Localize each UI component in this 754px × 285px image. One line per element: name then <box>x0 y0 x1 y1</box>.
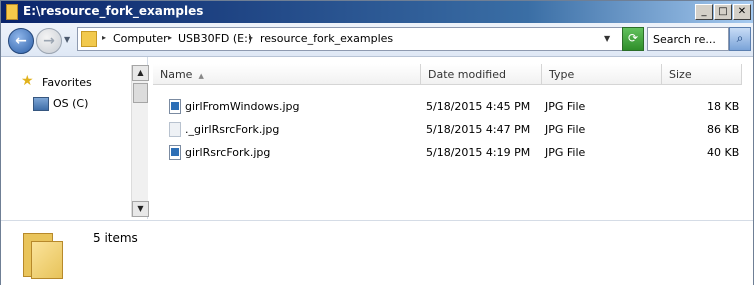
scroll-up-icon[interactable]: ▲ <box>132 65 149 81</box>
scroll-thumb[interactable] <box>133 83 148 103</box>
navigation-scrollbar[interactable]: ▲ ▼ <box>131 65 149 217</box>
breadcrumb-computer[interactable]: Computer <box>113 32 168 45</box>
close-button[interactable]: ✕ <box>733 4 751 20</box>
breadcrumb-drive[interactable]: USB30FD (E:) <box>178 32 252 45</box>
folder-icon <box>6 4 18 20</box>
search-icon[interactable]: ⌕ <box>729 27 751 51</box>
sort-ascending-icon: ▲ <box>198 72 204 80</box>
window-title: E:\resource_fork_examples <box>23 4 204 18</box>
column-header-name[interactable]: Name ▲ <box>153 64 421 85</box>
maximize-button[interactable]: □ <box>714 4 732 20</box>
file-name[interactable]: girlFromWindows.jpg <box>185 100 300 113</box>
file-list: Name ▲ Date modified Type Size girlFromWi… <box>149 57 753 219</box>
column-header-label: Date modified <box>428 68 506 81</box>
address-bar: ← → ▼ ▸ Computer ▸ USB30FD (E:) ▸ resour… <box>1 23 753 57</box>
file-date: 5/18/2015 4:19 PM <box>426 146 531 159</box>
title-bar[interactable]: E:\resource_fork_examples _ □ ✕ <box>1 1 753 23</box>
file-date: 5/18/2015 4:47 PM <box>426 123 531 136</box>
explorer-window: E:\resource_fork_examples _ □ ✕ ← → ▼ ▸ … <box>0 0 754 285</box>
column-header-label: Type <box>549 68 575 81</box>
forward-button[interactable]: → <box>36 28 62 54</box>
search-input[interactable]: Search re... <box>647 27 729 51</box>
sidebar-item-label: OS (C) <box>53 97 89 110</box>
navigation-pane: ★ Favorites OS (C) ▲ ▼ <box>1 57 149 219</box>
search-placeholder: Search re... <box>653 33 716 46</box>
folder-icon <box>81 31 97 47</box>
item-count: 5 items <box>93 231 138 245</box>
details-pane: 5 items <box>1 220 753 285</box>
sidebar-item-label: Favorites <box>42 76 92 89</box>
folder-icon <box>23 229 63 279</box>
column-header-type[interactable]: Type <box>542 64 662 85</box>
minimize-button[interactable]: _ <box>695 4 713 20</box>
breadcrumb-separator-icon[interactable]: ▸ <box>249 33 253 42</box>
column-header-size[interactable]: Size <box>662 64 742 85</box>
file-name[interactable]: girlRsrcFork.jpg <box>185 146 270 159</box>
back-button[interactable]: ← <box>8 28 34 54</box>
file-type: JPG File <box>545 146 586 159</box>
table-row[interactable]: girlRsrcFork.jpg 5/18/2015 4:19 PM JPG F… <box>149 143 753 163</box>
file-type: JPG File <box>545 100 586 113</box>
breadcrumb[interactable]: ▸ Computer ▸ USB30FD (E:) ▸ resource_for… <box>77 27 623 51</box>
breadcrumb-separator-icon[interactable]: ▸ <box>102 33 106 42</box>
column-header-label: Size <box>669 68 692 81</box>
recent-pages-dropdown[interactable]: ▼ <box>64 35 72 44</box>
address-dropdown-icon[interactable]: ▼ <box>604 34 610 43</box>
jpg-file-icon <box>169 99 181 114</box>
file-type: JPG File <box>545 123 586 136</box>
breadcrumb-separator-icon[interactable]: ▸ <box>168 33 172 42</box>
column-header-label: Name <box>160 68 193 81</box>
table-row[interactable]: ._girlRsrcFork.jpg 5/18/2015 4:47 PM JPG… <box>149 120 753 140</box>
column-header-date[interactable]: Date modified <box>421 64 542 85</box>
scroll-down-icon[interactable]: ▼ <box>132 201 149 217</box>
file-size: 86 KB <box>707 123 740 136</box>
file-size: 40 KB <box>707 146 740 159</box>
breadcrumb-folder[interactable]: resource_fork_examples <box>260 32 393 45</box>
refresh-button[interactable]: ⟳ <box>622 27 644 51</box>
file-size: 18 KB <box>707 100 740 113</box>
star-icon: ★ <box>21 73 34 89</box>
table-row[interactable]: girlFromWindows.jpg 5/18/2015 4:45 PM JP… <box>149 97 753 117</box>
jpg-file-icon <box>169 145 181 160</box>
drive-icon <box>33 97 49 111</box>
file-name[interactable]: ._girlRsrcFork.jpg <box>185 123 279 136</box>
hidden-file-icon <box>169 122 181 137</box>
file-date: 5/18/2015 4:45 PM <box>426 100 531 113</box>
